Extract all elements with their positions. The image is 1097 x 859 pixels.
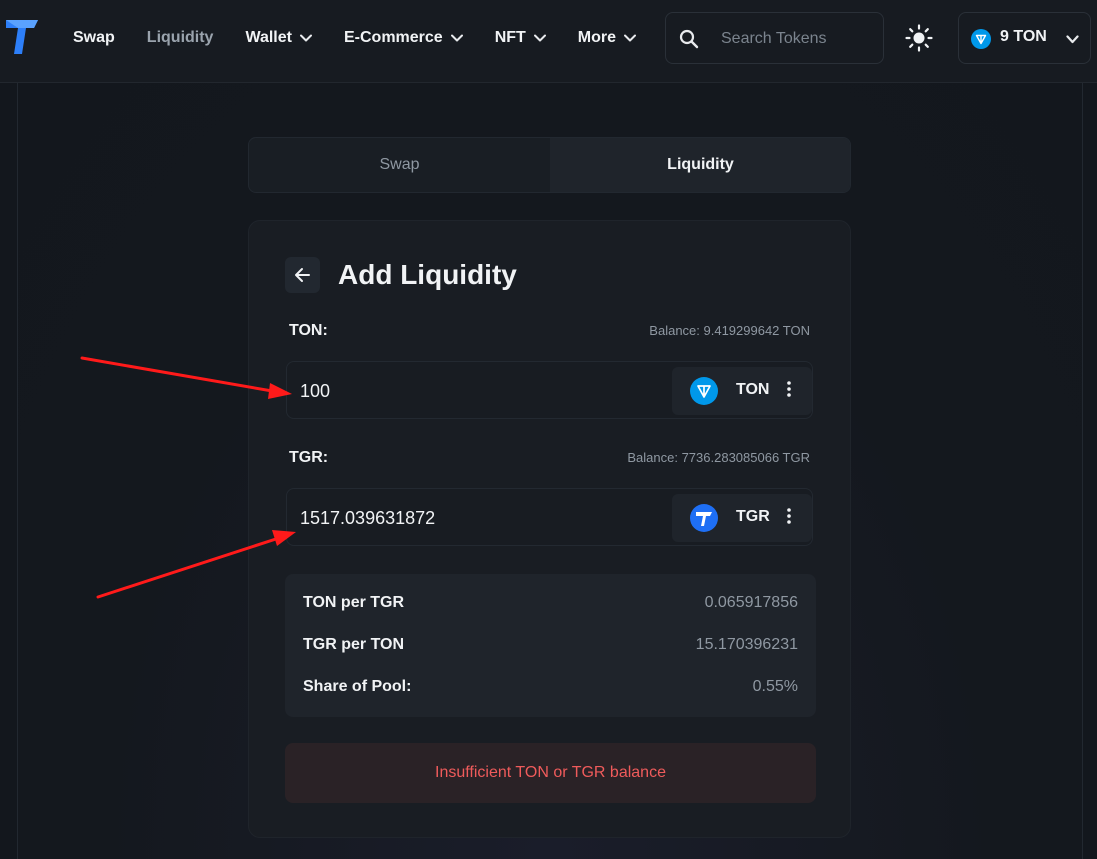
- back-arrow-icon: [295, 268, 310, 282]
- search-icon: [679, 29, 699, 49]
- info-row: TON per TGR 0.065917856: [303, 594, 798, 616]
- token-a-amount-input[interactable]: [300, 378, 600, 404]
- token-b-label: TGR:: [289, 449, 329, 466]
- tgr-icon: [690, 504, 718, 532]
- chevron-down-icon: [624, 34, 637, 42]
- info-value: 15.170396231: [695, 636, 798, 653]
- nav-item-label: Liquidity: [146, 29, 214, 46]
- sun-icon[interactable]: [903, 22, 935, 54]
- token-b-balance: Balance: 7736.283085066 TGR: [627, 450, 810, 465]
- token-a-balance: Balance: 9.419299642 TON: [649, 323, 810, 338]
- kebab-menu-icon: [787, 381, 791, 397]
- info-key: TON per TGR: [303, 594, 405, 611]
- nav-item-label: More: [577, 29, 617, 46]
- token-b-selector[interactable]: TGR: [672, 494, 812, 542]
- token-a-selector[interactable]: TON: [672, 367, 812, 415]
- back-button[interactable]: [285, 257, 320, 293]
- top-navigation-bar: Swap Liquidity Wallet E-Commerce NFT Mor…: [0, 0, 1097, 83]
- ton-icon: [690, 377, 718, 405]
- pool-info-box: TON per TGR 0.065917856 TGR per TON 15.1…: [285, 574, 816, 717]
- wallet-balance-label: 9 TON: [1000, 28, 1047, 45]
- nav-item-more[interactable]: More: [577, 27, 637, 49]
- nav-item-liquidity[interactable]: Liquidity: [147, 27, 214, 49]
- chevron-down-icon: [533, 34, 546, 42]
- nav-item-nft[interactable]: NFT: [495, 27, 546, 49]
- info-value: 0.55%: [752, 678, 798, 695]
- search-input[interactable]: [721, 27, 871, 51]
- search-box[interactable]: [665, 12, 884, 64]
- tab-swap[interactable]: Swap: [249, 138, 550, 192]
- token-a-amount-box: TON: [286, 361, 813, 419]
- chevron-down-icon: [450, 34, 463, 42]
- info-value: 0.065917856: [704, 594, 798, 611]
- nav-item-label: Swap: [73, 29, 115, 46]
- chevron-down-icon: [299, 34, 312, 42]
- tab-liquidity[interactable]: Liquidity: [550, 138, 850, 192]
- token-b-amount-input[interactable]: [300, 505, 600, 531]
- info-key: Share of Pool:: [303, 678, 412, 695]
- info-row: Share of Pool: 0.55%: [303, 678, 798, 700]
- nav-item-swap[interactable]: Swap: [73, 27, 115, 49]
- token-b-amount-box: TGR: [286, 488, 813, 546]
- info-row: TGR per TON 15.170396231: [303, 636, 798, 658]
- swap-liquidity-tabs: Swap Liquidity: [248, 137, 851, 193]
- nav-item-ecommerce[interactable]: E-Commerce: [344, 27, 463, 49]
- token-a-symbol: TON: [736, 381, 770, 398]
- nav-item-label: E-Commerce: [343, 29, 443, 46]
- token-b-symbol: TGR: [736, 508, 770, 525]
- info-key: TGR per TON: [303, 636, 405, 653]
- nav-item-wallet[interactable]: Wallet: [245, 27, 312, 49]
- chevron-down-icon: [1066, 35, 1079, 44]
- page-title: Add Liquidity: [338, 259, 517, 290]
- logo-icon[interactable]: [4, 16, 40, 56]
- ton-icon: [971, 29, 991, 49]
- token-a-label: TON:: [289, 322, 328, 339]
- add-liquidity-panel: Add Liquidity TON: Balance: 9.419299642 …: [248, 220, 851, 838]
- main-nav: Swap Liquidity Wallet E-Commerce NFT Mor…: [73, 27, 668, 49]
- nav-item-label: NFT: [494, 29, 526, 46]
- insufficient-balance-button[interactable]: Insufficient TON or TGR balance: [285, 743, 816, 803]
- nav-item-label: Wallet: [245, 29, 292, 46]
- kebab-menu-icon: [787, 508, 791, 524]
- wallet-balance-button[interactable]: 9 TON: [958, 12, 1091, 64]
